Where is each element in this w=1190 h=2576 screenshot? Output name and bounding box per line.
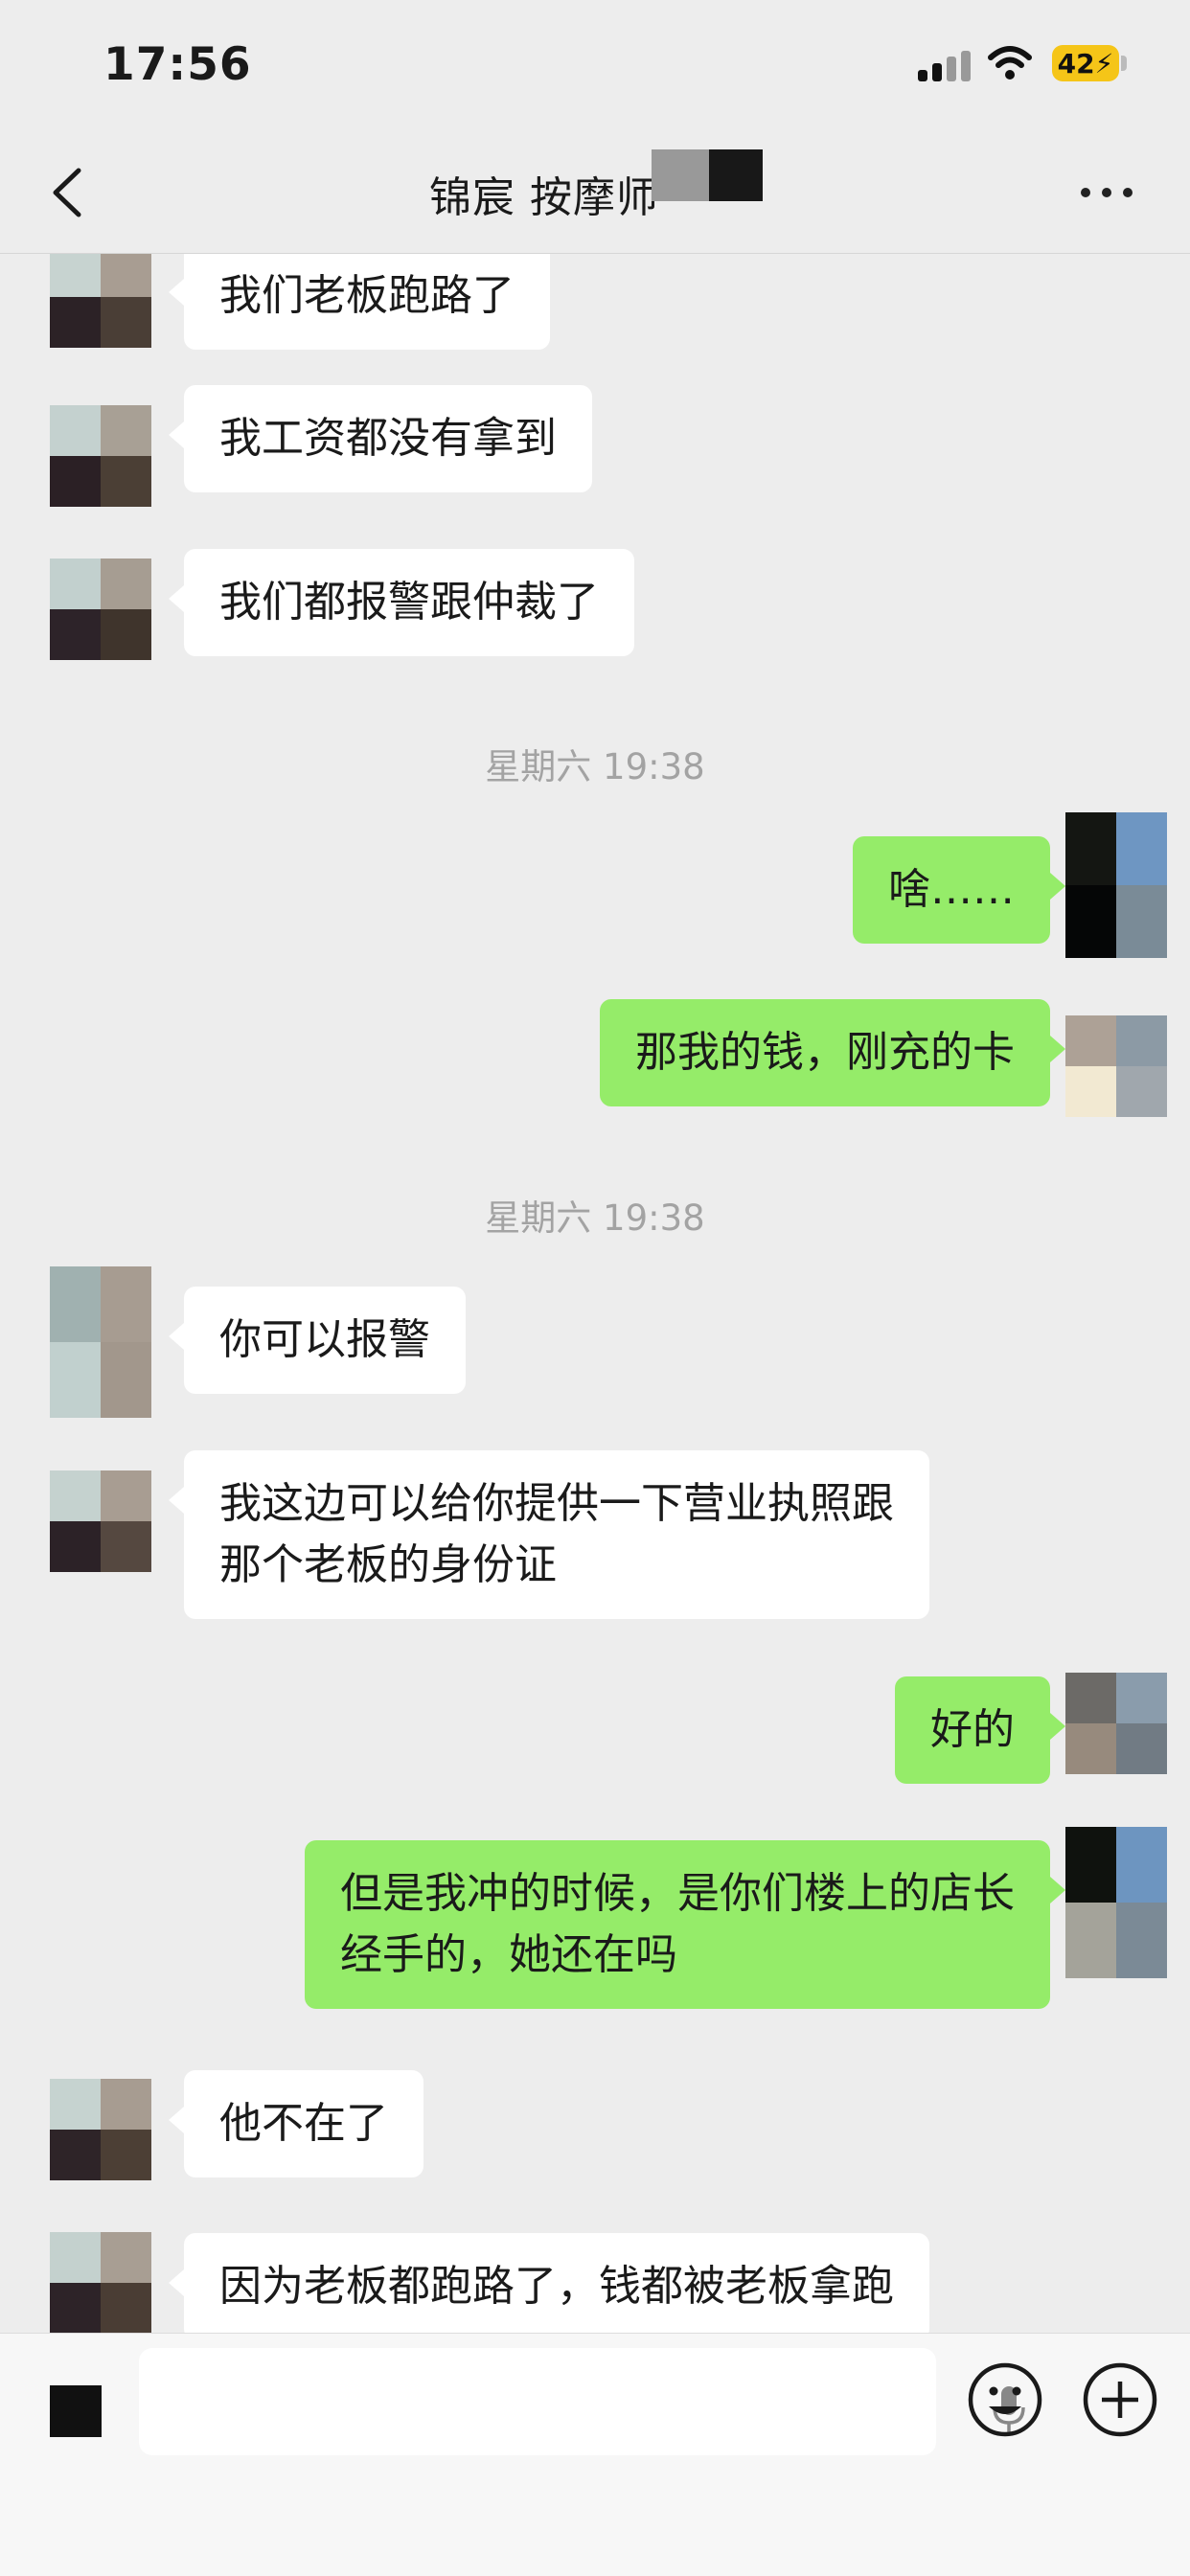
emoji-icon[interactable] <box>966 2360 1044 2439</box>
message-text: 我们都报警跟仲裁了 <box>219 578 599 627</box>
message-bubble-incoming[interactable]: 他不在了 <box>169 2070 423 2177</box>
status-bar: 17:56 42 ⚡ <box>0 0 1190 134</box>
chat-title: 锦宸 按摩师 <box>429 173 659 222</box>
chat-timestamp: 星期六 19:38 <box>485 746 705 787</box>
message-text: 我工资都没有拿到 <box>219 414 557 463</box>
battery-nub <box>1121 56 1127 71</box>
redaction-block <box>652 149 711 201</box>
message-bubble-incoming[interactable]: 我们都报警跟仲裁了 <box>169 549 634 656</box>
message-bubble-incoming[interactable]: 你可以报警 <box>169 1287 466 1394</box>
message-bubble-incoming[interactable]: 我们老板跑路了 <box>169 254 550 350</box>
cellular-signal-icon <box>918 51 972 81</box>
contact-avatar[interactable] <box>50 1470 151 1572</box>
plus-icon[interactable] <box>1081 2360 1159 2439</box>
ellipsis-icon[interactable] <box>1081 178 1138 207</box>
message-text: 啥…… <box>888 865 1015 914</box>
my-avatar[interactable] <box>1065 1827 1167 1978</box>
battery-charging-icon: 42 ⚡ <box>1052 45 1119 81</box>
chat-timestamp: 星期六 19:38 <box>485 1197 705 1239</box>
chat-header: 锦宸 按摩师 <box>0 134 1190 254</box>
message-text: 你可以报警 <box>219 1315 430 1364</box>
message-text-line: 那个老板的身份证 <box>219 1540 557 1589</box>
message-list: 我们老板跑路了 我工资都没有拿到 我们都报警跟仲裁了 星期六 19:38 啥……… <box>0 254 1190 2333</box>
message-text: 我们老板跑路了 <box>219 271 515 320</box>
message-text: 好的 <box>930 1705 1015 1754</box>
message-text-line: 经手的，她还在吗 <box>340 1930 677 1979</box>
message-input[interactable] <box>139 2348 1025 2455</box>
contact-avatar[interactable] <box>50 1266 151 1418</box>
my-avatar[interactable] <box>1065 812 1167 958</box>
message-bubble-incoming[interactable]: 因为老板都跑路了，钱都被老板拿跑 <box>169 2233 929 2333</box>
message-bubble-incoming[interactable]: 我工资都没有拿到 <box>169 385 592 492</box>
contact-avatar[interactable] <box>50 2232 151 2333</box>
message-text: 因为老板都跑路了，钱都被老板拿跑 <box>219 2262 894 2311</box>
contact-avatar[interactable] <box>50 405 151 507</box>
wifi-icon <box>988 46 1032 80</box>
chevron-left-icon[interactable] <box>36 159 103 226</box>
message-bubble-outgoing[interactable]: 但是我冲的时候，是你们楼上的店长 经手的，她还在吗 <box>305 1840 1065 2009</box>
my-avatar[interactable] <box>1065 1015 1167 1117</box>
contact-avatar[interactable] <box>50 559 151 660</box>
my-avatar[interactable] <box>1065 1673 1167 1774</box>
contact-avatar[interactable] <box>50 2079 151 2180</box>
battery-level: 42 <box>1057 47 1095 80</box>
message-bubble-outgoing[interactable]: 啥…… <box>853 836 1065 944</box>
message-bubble-outgoing[interactable]: 好的 <box>895 1676 1065 1784</box>
message-bubble-incoming[interactable]: 我这边可以给你提供一下营业执照跟 那个老板的身份证 <box>169 1450 929 1619</box>
contact-avatar[interactable] <box>50 254 151 348</box>
input-bar <box>0 2333 1190 2576</box>
message-text-line: 但是我冲的时候，是你们楼上的店长 <box>340 1869 1015 1918</box>
redaction-block <box>709 149 763 201</box>
message-text-line: 我这边可以给你提供一下营业执照跟 <box>219 1479 894 1528</box>
message-bubble-outgoing[interactable]: 那我的钱，刚充的卡 <box>600 999 1065 1106</box>
status-time: 17:56 <box>103 38 252 91</box>
voice-toggle-icon[interactable] <box>50 2385 102 2437</box>
message-text: 那我的钱，刚充的卡 <box>635 1028 1015 1077</box>
message-text: 他不在了 <box>219 2099 388 2148</box>
